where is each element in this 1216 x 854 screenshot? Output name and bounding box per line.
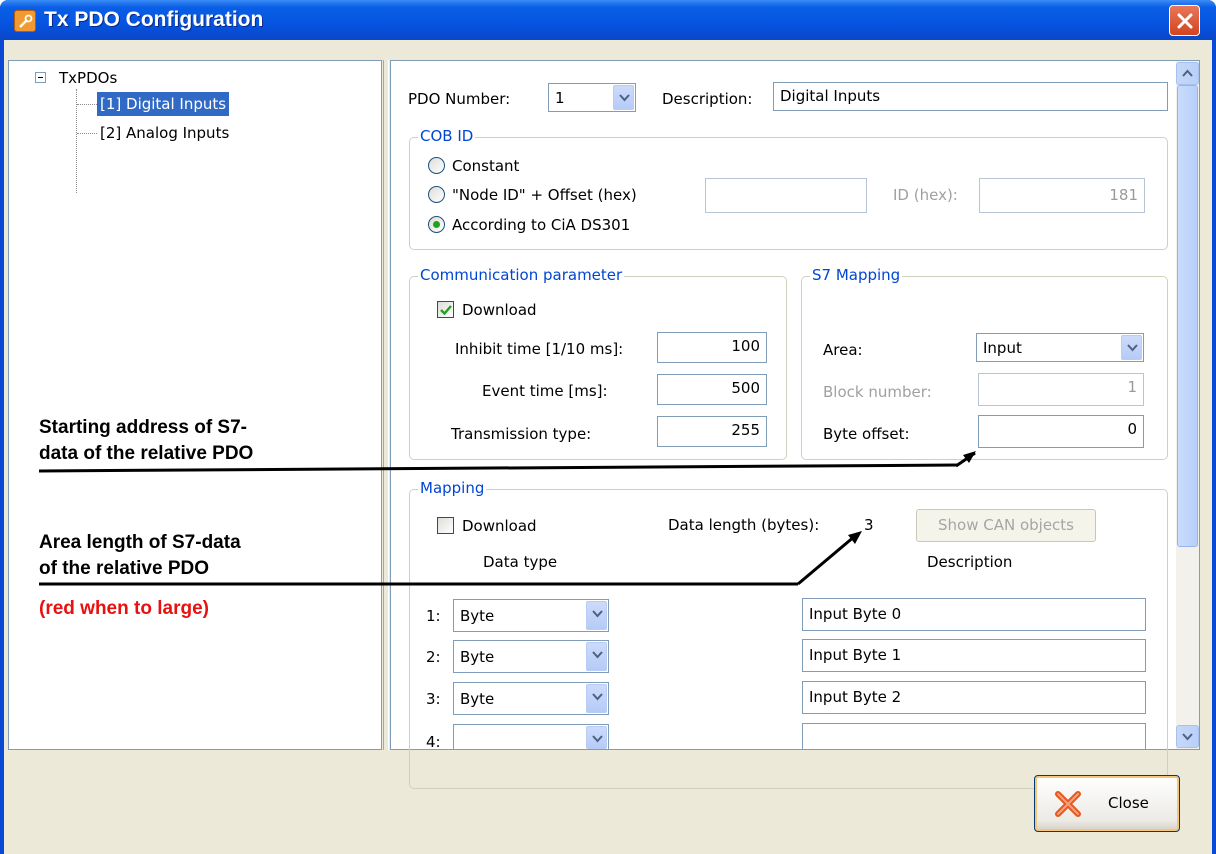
- annotation-start-line2: data of the relative PDO: [39, 443, 254, 464]
- tree-item-digital-inputs[interactable]: [1] Digital Inputs: [97, 92, 230, 116]
- s7-mapping-title: S7 Mapping: [810, 266, 903, 284]
- mapping-download-checkbox[interactable]: [437, 517, 454, 534]
- id-hex-input[interactable]: 181: [979, 178, 1145, 213]
- row-number: 4:: [426, 733, 441, 751]
- mapping-download-label[interactable]: Download: [462, 517, 537, 535]
- row-3-description-input[interactable]: Input Byte 2: [802, 681, 1146, 714]
- row-1-description-input[interactable]: Input Byte 0: [802, 598, 1146, 631]
- area-value: Input: [983, 339, 1022, 357]
- chevron-down-icon[interactable]: [586, 684, 607, 713]
- data-length-label: Data length (bytes):: [668, 516, 820, 534]
- cob-id-title: COB ID: [418, 127, 476, 145]
- row-1-type-value: Byte: [460, 607, 495, 625]
- pdo-number-select[interactable]: 1: [548, 83, 636, 112]
- chevron-down-icon[interactable]: [586, 642, 607, 671]
- radio-node-id-offset[interactable]: [428, 186, 445, 203]
- row-4-description-input[interactable]: [802, 723, 1146, 749]
- row-number: 3:: [426, 690, 441, 708]
- radio-constant[interactable]: [428, 157, 445, 174]
- row-1-type-select[interactable]: Byte: [453, 599, 609, 632]
- tree-connector: [77, 104, 97, 105]
- tree-root[interactable]: TxPDOs: [59, 69, 117, 87]
- comm-download-label[interactable]: Download: [462, 301, 537, 319]
- offset-hex-input[interactable]: [705, 178, 867, 213]
- inhibit-time-input[interactable]: 100: [657, 332, 767, 363]
- description-header: Description: [927, 553, 1013, 571]
- title-bar[interactable]: Tx PDO Configuration: [0, 0, 1216, 40]
- id-hex-label: ID (hex):: [893, 186, 958, 204]
- splitter[interactable]: [383, 60, 389, 750]
- wrench-icon: [14, 10, 36, 32]
- annotation-red-note: (red when to large): [39, 598, 209, 619]
- data-length-value: 3: [864, 516, 874, 534]
- chevron-down-icon[interactable]: [613, 85, 634, 110]
- row-2-type-value: Byte: [460, 648, 495, 666]
- communication-title: Communication parameter: [418, 266, 625, 284]
- tree-item-analog-inputs[interactable]: [2] Analog Inputs: [97, 121, 232, 145]
- chevron-down-icon[interactable]: [1121, 335, 1142, 360]
- chevron-down-icon[interactable]: [586, 726, 607, 749]
- pdo-number-value: 1: [555, 89, 565, 107]
- row-4-type-select[interactable]: [453, 724, 609, 749]
- row-2-description-input[interactable]: Input Byte 1: [802, 639, 1146, 672]
- collapse-icon[interactable]: [35, 72, 46, 83]
- close-icon: [1177, 13, 1193, 29]
- data-type-header: Data type: [483, 553, 558, 571]
- annotation-start-line1: Starting address of S7-: [39, 417, 247, 438]
- tree-connector: [77, 133, 97, 134]
- scroll-up-button[interactable]: [1176, 62, 1199, 85]
- transmission-type-label: Transmission type:: [451, 425, 592, 443]
- area-select[interactable]: Input: [976, 333, 1144, 362]
- block-number-label: Block number:: [823, 383, 932, 401]
- comm-download-checkbox[interactable]: [437, 301, 454, 318]
- row-3-type-select[interactable]: Byte: [453, 682, 609, 715]
- checkmark-icon: [440, 305, 452, 316]
- show-can-objects-button[interactable]: Show CAN objects: [916, 509, 1096, 542]
- scroll-thumb[interactable]: [1177, 85, 1198, 547]
- event-time-label: Event time [ms]:: [482, 382, 608, 400]
- close-icon: [1055, 791, 1081, 817]
- radio-constant-label[interactable]: Constant: [452, 157, 519, 175]
- description-label: Description:: [662, 90, 753, 108]
- pdo-tree[interactable]: TxPDOs [1] Digital Inputs [2] Analog Inp…: [8, 60, 382, 750]
- radio-cia-ds301-label[interactable]: According to CiA DS301: [452, 216, 630, 234]
- row-number: 1:: [426, 607, 441, 625]
- byte-offset-label: Byte offset:: [823, 425, 910, 443]
- event-time-input[interactable]: 500: [657, 374, 767, 405]
- title-close-button[interactable]: [1169, 5, 1200, 36]
- row-2-type-select[interactable]: Byte: [453, 640, 609, 673]
- pdo-number-label: PDO Number:: [408, 90, 511, 108]
- radio-node-id-offset-label[interactable]: "Node ID" + Offset (hex): [452, 186, 637, 204]
- row-3-type-value: Byte: [460, 690, 495, 708]
- transmission-type-input[interactable]: 255: [657, 416, 767, 447]
- description-input[interactable]: Digital Inputs: [773, 82, 1168, 111]
- radio-cia-ds301[interactable]: [428, 216, 445, 233]
- annotation-length-line1: Area length of S7-data: [39, 532, 241, 553]
- block-number-input[interactable]: 1: [978, 373, 1144, 406]
- scroll-down-button[interactable]: [1176, 725, 1199, 748]
- inhibit-time-label: Inhibit time [1/10 ms]:: [455, 340, 624, 358]
- chevron-down-icon: [1182, 733, 1193, 741]
- chevron-up-icon: [1182, 69, 1193, 77]
- annotation-length-line2: of the relative PDO: [39, 558, 209, 579]
- close-button-label: Close: [1108, 794, 1149, 812]
- window-title: Tx PDO Configuration: [44, 8, 264, 31]
- close-button[interactable]: Close: [1034, 775, 1180, 832]
- mapping-title: Mapping: [418, 479, 487, 497]
- row-number: 2:: [426, 648, 441, 666]
- area-label: Area:: [823, 341, 863, 359]
- chevron-down-icon[interactable]: [586, 601, 607, 630]
- byte-offset-input[interactable]: 0: [978, 415, 1144, 448]
